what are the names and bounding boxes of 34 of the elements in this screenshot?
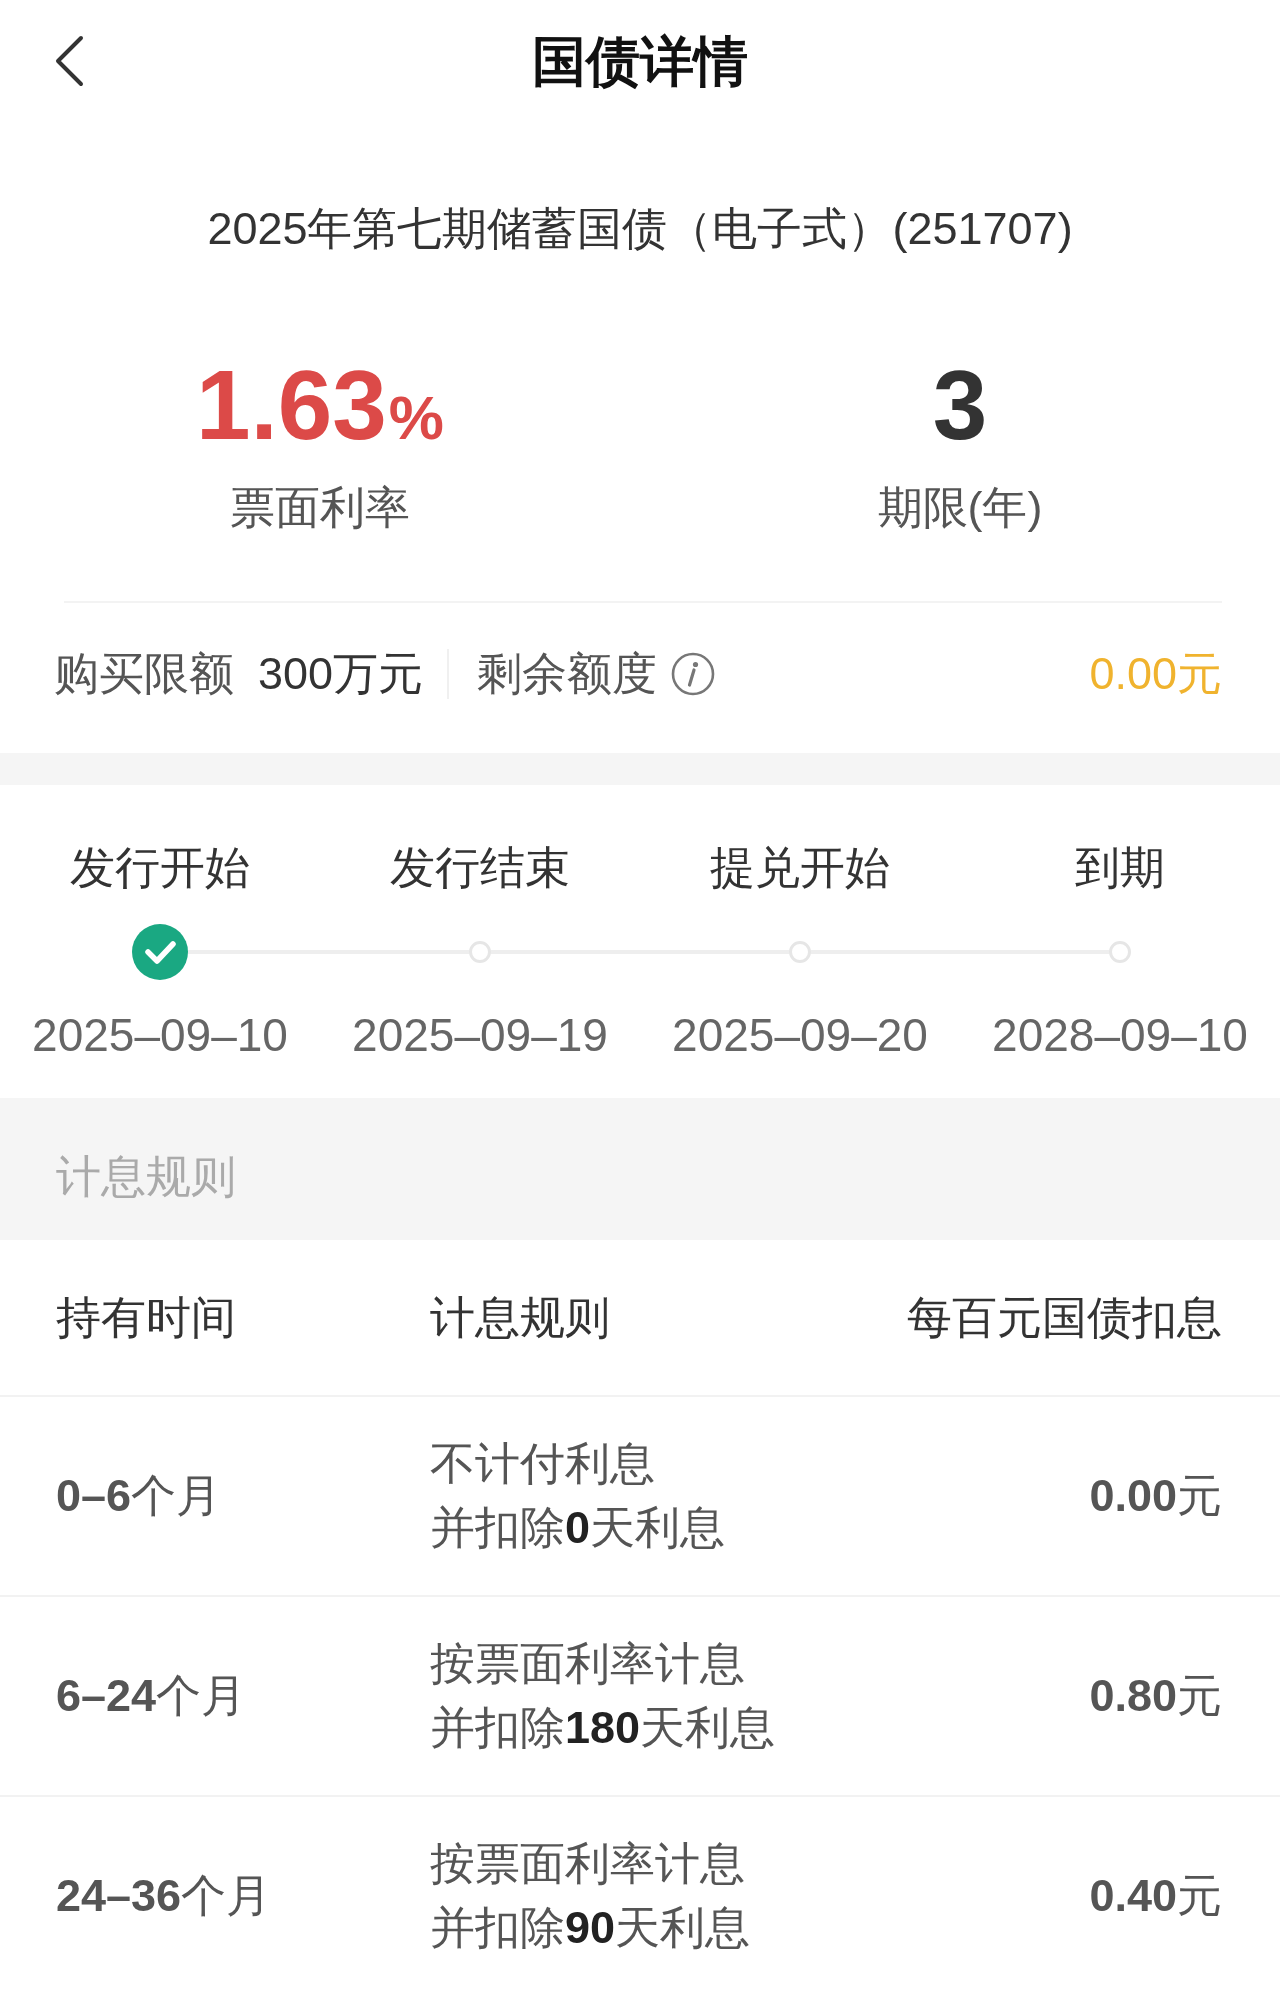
table-cell-text: 0–6个月 [56, 1469, 222, 1523]
stat-value: 3 [932, 355, 988, 455]
table-cell-text: 0.40元 [1089, 1869, 1222, 1923]
stat-value: 1.63 [196, 355, 387, 455]
table-cell-text: 24–36个月 [56, 1869, 272, 1923]
step-label: 发行结束 [390, 841, 570, 895]
table-cell-text: 0.00元 [1089, 1469, 1222, 1523]
remaining-amount: 0.00元 [1089, 647, 1222, 701]
table-cell-text: 6–24个月 [56, 1669, 247, 1723]
table-cell-text: 按票面利率计息 并扣除90天利息 [430, 1837, 751, 1955]
column-header: 持有时间 [56, 1290, 236, 1345]
bond-name: 2025年第七期储蓄国债（电子式）(251707) [207, 202, 1073, 256]
info-icon[interactable] [671, 652, 716, 696]
back-icon[interactable] [53, 35, 85, 87]
quota-label: 购买限额 [54, 647, 234, 701]
step-date: 2025–09–10 [32, 1008, 288, 1063]
column-header: 每百元国债扣息 [907, 1290, 1222, 1345]
table-cell-text: 按票面利率计息 并扣除180天利息 [430, 1637, 776, 1755]
step-date: 2025–09–20 [672, 1008, 928, 1063]
table-cell-text: 0.80元 [1089, 1669, 1222, 1723]
step-label: 提兑开始 [710, 841, 890, 895]
table-cell-text: 不计付利息 并扣除0天利息 [430, 1437, 726, 1555]
step-label: 到期 [1075, 841, 1165, 895]
quota-value: 300万元 [258, 647, 424, 701]
section-title: 计息规则 [56, 1150, 236, 1204]
step-date: 2025–09–19 [352, 1008, 608, 1063]
stat-unit: % [388, 383, 444, 453]
quota-label: 剩余额度 [477, 647, 658, 701]
stat-label: 期限(年) [877, 481, 1043, 535]
step-date: 2028–09–10 [992, 1008, 1248, 1063]
nav-title: 国债详情 [532, 30, 748, 93]
step-label: 发行开始 [70, 841, 250, 895]
column-header: 计息规则 [430, 1290, 610, 1345]
stat-label: 票面利率 [230, 481, 410, 535]
